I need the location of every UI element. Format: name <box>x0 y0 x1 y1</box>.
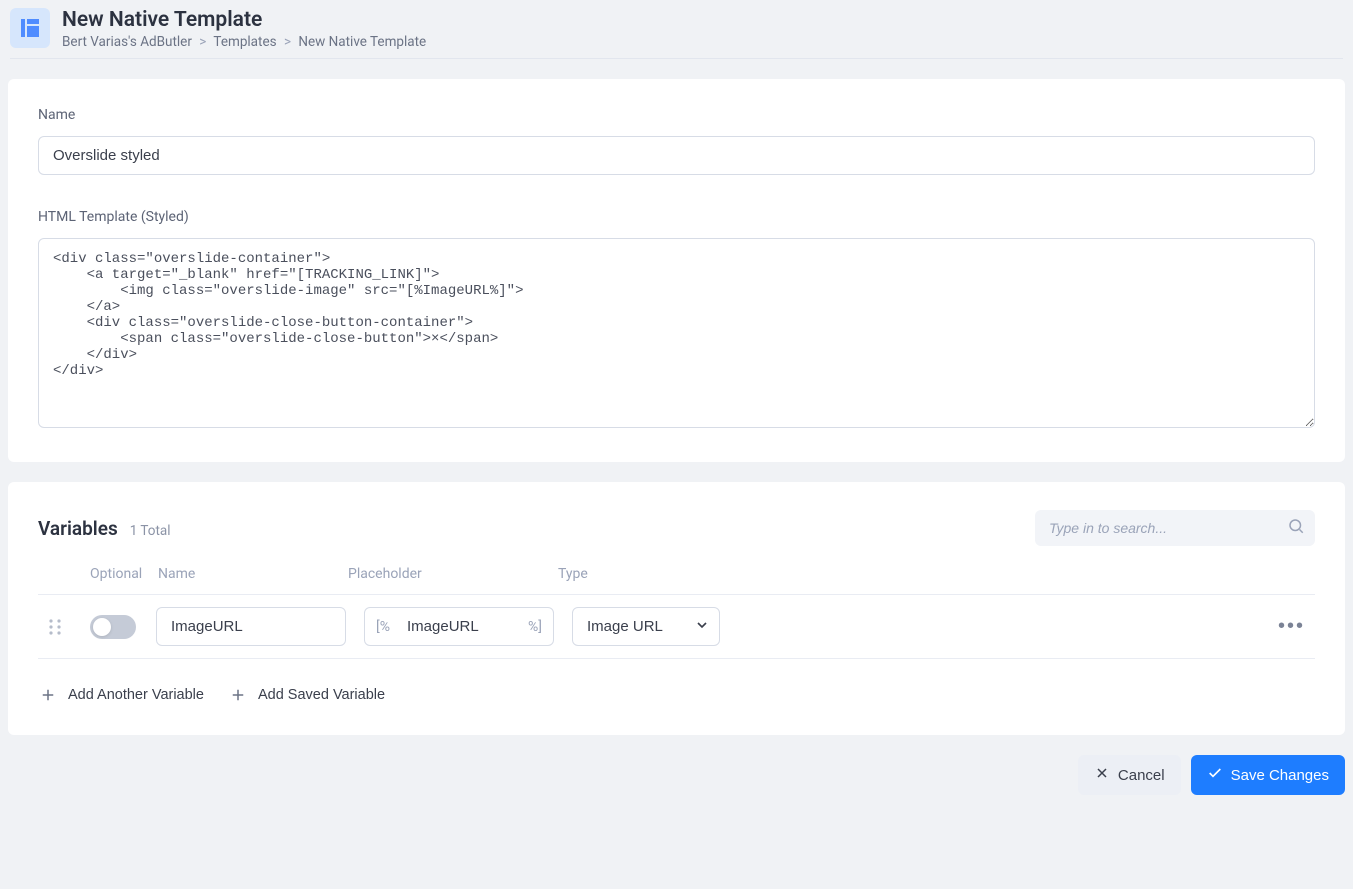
template-icon <box>10 8 50 48</box>
optional-toggle[interactable] <box>90 615 136 639</box>
breadcrumb-sep: > <box>199 34 206 50</box>
add-saved-variable-button[interactable]: Add Saved Variable <box>228 685 385 705</box>
template-form-card: Name HTML Template (Styled) <box>8 79 1345 462</box>
variable-type-select[interactable] <box>572 607 720 646</box>
cancel-button[interactable]: Cancel <box>1078 755 1181 795</box>
breadcrumb-sep: > <box>284 34 291 50</box>
row-more-button[interactable]: ••• <box>1274 611 1309 642</box>
name-label: Name <box>38 107 1315 123</box>
close-icon <box>1094 765 1110 785</box>
breadcrumb-root[interactable]: Bert Varias's AdButler <box>62 34 192 50</box>
variables-column-headers: Optional Name Placeholder Type <box>38 566 1315 595</box>
name-input[interactable] <box>38 136 1315 175</box>
add-saved-label: Add Saved Variable <box>258 687 385 703</box>
breadcrumb-templates[interactable]: Templates <box>213 34 276 50</box>
col-type: Type <box>558 566 718 582</box>
html-template-textarea[interactable] <box>38 238 1315 428</box>
variables-count: 1 Total <box>130 523 171 539</box>
variables-search <box>1035 510 1315 546</box>
add-another-variable-button[interactable]: Add Another Variable <box>38 685 204 705</box>
drag-handle-icon[interactable] <box>38 618 90 636</box>
breadcrumb: Bert Varias's AdButler > Templates > New… <box>62 34 426 50</box>
col-placeholder: Placeholder <box>348 566 558 582</box>
save-button[interactable]: Save Changes <box>1191 755 1345 795</box>
variables-card: Variables 1 Total Optional Name Placehol… <box>8 482 1345 735</box>
plus-icon <box>228 685 248 705</box>
plus-icon <box>38 685 58 705</box>
col-name: Name <box>156 566 348 582</box>
cancel-label: Cancel <box>1118 767 1165 784</box>
search-icon <box>1287 517 1305 539</box>
save-label: Save Changes <box>1231 767 1329 784</box>
footer-actions: Cancel Save Changes <box>0 735 1353 795</box>
variables-title: Variables <box>38 517 118 540</box>
page-title: New Native Template <box>62 8 426 32</box>
variable-name-input[interactable] <box>156 607 346 646</box>
variable-row: [% %] ••• <box>38 595 1315 659</box>
add-another-label: Add Another Variable <box>68 687 204 703</box>
breadcrumb-current[interactable]: New Native Template <box>298 34 426 50</box>
html-template-label: HTML Template (Styled) <box>38 209 1315 225</box>
page-header: New Native Template Bert Varias's AdButl… <box>0 0 1353 58</box>
col-optional: Optional <box>90 566 156 582</box>
variable-placeholder-input[interactable] <box>364 607 554 646</box>
search-input[interactable] <box>1035 510 1315 546</box>
divider <box>10 58 1343 59</box>
check-icon <box>1207 765 1223 785</box>
